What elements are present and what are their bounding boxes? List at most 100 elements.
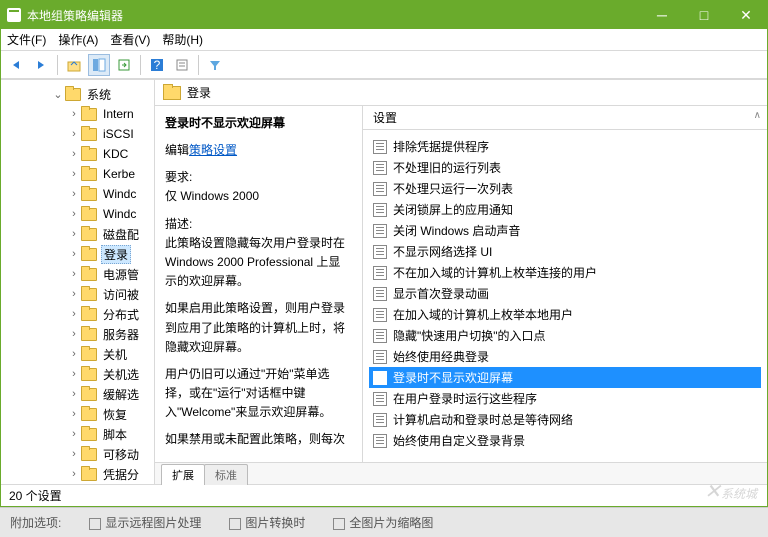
folder-icon xyxy=(81,347,97,361)
menu-file[interactable]: 文件(F) xyxy=(7,31,46,48)
list-item[interactable]: 不处理旧的运行列表 xyxy=(369,157,761,178)
expand-icon[interactable]: › xyxy=(67,428,81,440)
list-item[interactable]: 排除凭据提供程序 xyxy=(369,136,761,157)
up-button[interactable] xyxy=(63,54,85,76)
list-item[interactable]: 在加入域的计算机上枚举本地用户 xyxy=(369,304,761,325)
tree-root[interactable]: ⌄ 系统 xyxy=(1,84,154,104)
tree-item-label: Windc xyxy=(101,207,138,221)
properties-button[interactable] xyxy=(171,54,193,76)
policy-icon xyxy=(373,413,387,427)
help-button[interactable]: ? xyxy=(146,54,168,76)
tree-item[interactable]: ›电源管 xyxy=(1,264,154,284)
tree-item[interactable]: ›访问被 xyxy=(1,284,154,304)
tab-standard[interactable]: 标准 xyxy=(204,464,248,485)
background-window-strip: 附加选项: 显示远程图片处理 图片转换时 全图片为缩略图 xyxy=(0,507,768,537)
list-item[interactable]: 不显示网络选择 UI xyxy=(369,241,761,262)
list-item-label: 在加入域的计算机上枚举本地用户 xyxy=(393,306,573,323)
menu-help[interactable]: 帮助(H) xyxy=(162,31,203,48)
folder-icon xyxy=(163,85,181,100)
tree-item[interactable]: ›登录 xyxy=(1,244,154,264)
tree-item[interactable]: ›分布式 xyxy=(1,304,154,324)
close-button[interactable]: ✕ xyxy=(725,1,767,29)
export-button[interactable] xyxy=(113,54,135,76)
tree-item-label: Kerbe xyxy=(101,167,137,181)
tree-item[interactable]: ›关机选 xyxy=(1,364,154,384)
app-icon xyxy=(7,8,21,22)
list-item[interactable]: 不处理只运行一次列表 xyxy=(369,178,761,199)
policy-icon xyxy=(373,392,387,406)
list-item[interactable]: 在用户登录时运行这些程序 xyxy=(369,388,761,409)
view-tabs: 扩展 标准 xyxy=(155,462,767,484)
bg-checkbox-1[interactable] xyxy=(89,518,101,530)
list-item[interactable]: 关闭锁屏上的应用通知 xyxy=(369,199,761,220)
folder-icon xyxy=(81,387,97,401)
expand-icon[interactable]: › xyxy=(67,368,81,380)
list-item[interactable]: 显示首次登录动画 xyxy=(369,283,761,304)
policy-icon xyxy=(373,182,387,196)
menu-action[interactable]: 操作(A) xyxy=(58,31,98,48)
tree-item[interactable]: ›脚本 xyxy=(1,424,154,444)
list-item[interactable]: 始终使用自定义登录背景 xyxy=(369,430,761,451)
expand-icon[interactable]: › xyxy=(67,468,81,480)
list-item-label: 排除凭据提供程序 xyxy=(393,138,489,155)
list-item[interactable]: 隐藏"快速用户切换"的入口点 xyxy=(369,325,761,346)
expand-icon[interactable]: › xyxy=(67,308,81,320)
back-button[interactable] xyxy=(5,54,27,76)
tree-item[interactable]: › Windc xyxy=(1,204,154,224)
tree-item[interactable]: › 可移动 xyxy=(1,444,154,464)
expand-icon[interactable]: › xyxy=(67,168,81,180)
maximize-button[interactable]: □ xyxy=(683,1,725,29)
tree-item[interactable]: ›缓解选 xyxy=(1,384,154,404)
tree-item[interactable]: ›恢复 xyxy=(1,404,154,424)
show-hide-tree-button[interactable] xyxy=(88,54,110,76)
menu-view[interactable]: 查看(V) xyxy=(110,31,150,48)
list-item[interactable]: 不在加入域的计算机上枚举连接的用户 xyxy=(369,262,761,283)
filter-button[interactable] xyxy=(204,54,226,76)
window-title: 本地组策略编辑器 xyxy=(27,7,641,24)
requirements-value: 仅 Windows 2000 xyxy=(165,189,259,203)
tree-item[interactable]: ›KDC xyxy=(1,144,154,164)
policy-icon xyxy=(373,224,387,238)
expand-icon[interactable]: › xyxy=(67,108,81,120)
tree-pane[interactable]: ⌄ 系统 ›Intern›iSCSI›KDC›Kerbe›Windc›Windc… xyxy=(1,80,155,484)
folder-icon xyxy=(81,367,97,381)
bg-checkbox-3[interactable] xyxy=(333,518,345,530)
tree-item[interactable]: › Kerbe xyxy=(1,164,154,184)
tree-item[interactable]: ›iSCSI xyxy=(1,124,154,144)
tree-item[interactable]: ›Windc xyxy=(1,184,154,204)
settings-list[interactable]: 排除凭据提供程序不处理旧的运行列表不处理只运行一次列表关闭锁屏上的应用通知关闭 … xyxy=(363,130,767,462)
expand-icon[interactable]: › xyxy=(67,248,81,260)
expand-icon[interactable]: › xyxy=(67,228,81,240)
tree-item[interactable]: ›关机 xyxy=(1,344,154,364)
tree-item[interactable]: ›Intern xyxy=(1,104,154,124)
list-item[interactable]: 始终使用经典登录 xyxy=(369,346,761,367)
expand-icon[interactable]: › xyxy=(67,328,81,340)
list-item[interactable]: 计算机启动和登录时总是等待网络 xyxy=(369,409,761,430)
list-item-label: 不在加入域的计算机上枚举连接的用户 xyxy=(393,264,597,281)
tree-item[interactable]: ›凭据分 xyxy=(1,464,154,484)
tree-item-label: 可移动 xyxy=(101,446,141,463)
minimize-button[interactable]: ─ xyxy=(641,1,683,29)
expand-icon[interactable]: › xyxy=(67,448,81,460)
forward-button[interactable] xyxy=(30,54,52,76)
edit-policy-link[interactable]: 策略设置 xyxy=(189,143,237,157)
expand-icon[interactable]: › xyxy=(67,188,81,200)
expand-icon[interactable]: › xyxy=(67,128,81,140)
expand-icon[interactable]: › xyxy=(67,408,81,420)
tree-item[interactable]: ›磁盘配 xyxy=(1,224,154,244)
list-item[interactable]: 登录时不显示欢迎屏幕 xyxy=(369,367,761,388)
collapse-icon[interactable]: ⌄ xyxy=(51,88,65,101)
list-column-header[interactable]: 设置 ∧ xyxy=(363,106,767,130)
expand-icon[interactable]: › xyxy=(67,268,81,280)
bg-checkbox-2[interactable] xyxy=(229,518,241,530)
expand-icon[interactable]: › xyxy=(67,288,81,300)
expand-icon[interactable]: › xyxy=(67,348,81,360)
tree-item[interactable]: ›服务器 xyxy=(1,324,154,344)
expand-icon[interactable]: › xyxy=(67,148,81,160)
tab-extended[interactable]: 扩展 xyxy=(161,464,205,485)
folder-icon xyxy=(81,107,97,121)
expand-icon[interactable]: › xyxy=(67,208,81,220)
policy-icon xyxy=(373,161,387,175)
expand-icon[interactable]: › xyxy=(67,388,81,400)
list-item[interactable]: 关闭 Windows 启动声音 xyxy=(369,220,761,241)
